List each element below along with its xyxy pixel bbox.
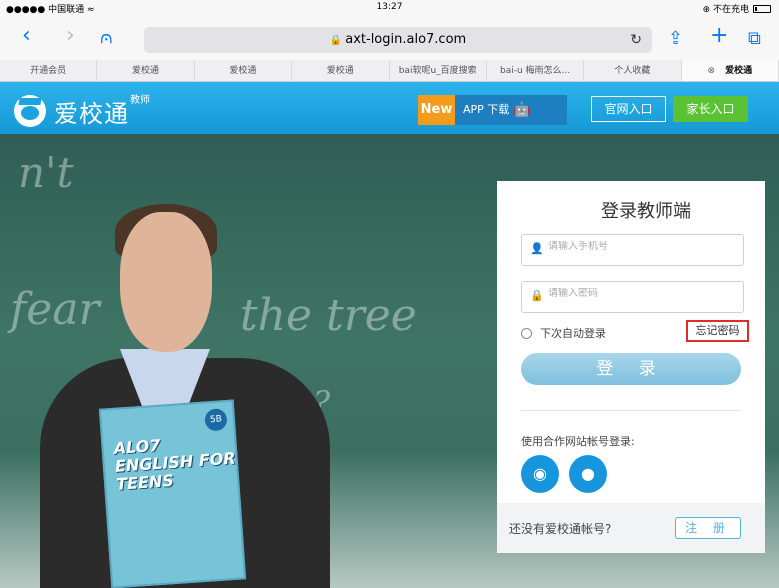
user-icon: 👤: [530, 242, 544, 255]
partner-login-label: 使用合作网站帐号登录:: [521, 435, 635, 448]
battery-status: ⊕ 不在充电: [703, 2, 771, 15]
login-panel: 登录教师端 👤 🔒 下次自动登录 忘记密码 登 录 使用合作网站帐号登录: ◉ …: [497, 181, 765, 553]
favorite-item[interactable]: 个人收藏: [584, 60, 682, 81]
logo-text[interactable]: 爱校通: [54, 94, 129, 129]
battery-text: ⊕ 不在充电: [702, 5, 749, 15]
status-time: 13:27: [376, 2, 403, 12]
official-site-button[interactable]: 官网入口: [591, 96, 666, 122]
no-account-text: 还没有爱校通帐号?: [509, 522, 612, 536]
app-download-button[interactable]: New APP 下载 🤖: [418, 95, 567, 125]
back-icon[interactable]: ‹: [22, 22, 31, 50]
share-icon[interactable]: ⇪: [668, 25, 683, 53]
favorite-item[interactable]: bai-u 梅雨怎么...: [487, 60, 585, 81]
phone-field[interactable]: 👤: [521, 234, 744, 266]
new-badge: New: [418, 95, 455, 125]
password-input[interactable]: [548, 288, 733, 299]
textbook-image: 5B ALO7 ENGLISH FOR TEENS: [98, 399, 247, 588]
address-bar[interactable]: 🔒 axt-login.alo7.com ↻: [144, 27, 652, 53]
favorite-item[interactable]: 爱校通: [292, 60, 390, 81]
favorites-bar: 开通会员 爱校通 爱校通 爱校通 bai软呢u_百度搜索 bai-u 梅雨怎么.…: [0, 60, 779, 82]
favorite-item[interactable]: 开通会员: [0, 60, 98, 81]
password-field[interactable]: 🔒: [521, 281, 744, 313]
browser-toolbar: ‹ › ⩀ 🔒 axt-login.alo7.com ↻ ⇪ + ⧉: [0, 16, 779, 60]
forgot-password-link[interactable]: 忘记密码: [686, 320, 749, 342]
new-tab-icon[interactable]: +: [710, 22, 728, 50]
register-button[interactable]: 注 册: [675, 517, 741, 539]
weibo-icon[interactable]: ◉: [521, 455, 559, 493]
active-tab[interactable]: ⊗ 爱校通: [681, 60, 779, 81]
close-tab-icon[interactable]: ⊗: [708, 66, 716, 76]
bookmarks-icon[interactable]: ⩀: [100, 24, 113, 52]
divider: [521, 410, 741, 411]
favorite-item[interactable]: bai软呢u_百度搜索: [390, 60, 487, 81]
lock-icon: 🔒: [530, 289, 544, 302]
app-download-label: APP 下载: [463, 103, 510, 116]
favorite-item[interactable]: 爱校通: [195, 60, 293, 81]
login-title: 登录教师端: [601, 201, 691, 222]
chalk-text: the tree: [240, 290, 417, 341]
chalk-text: n't: [18, 148, 74, 197]
status-bar: ●●●●● 中国联通 ≈ 13:27 ⊕ 不在充电: [0, 0, 779, 16]
logo-icon: [14, 95, 46, 127]
android-icon: 🤖: [513, 102, 531, 118]
remember-label: 下次自动登录: [540, 327, 606, 340]
favorite-item[interactable]: 爱校通: [97, 60, 195, 81]
tabs-icon[interactable]: ⧉: [748, 25, 761, 53]
book-title: ALO7 ENGLISH FOR TEENS: [113, 435, 237, 494]
logo-subtitle: 教师: [130, 95, 150, 106]
remember-checkbox[interactable]: [521, 327, 532, 339]
login-button[interactable]: 登 录: [521, 353, 741, 385]
remember-me[interactable]: 下次自动登录: [521, 325, 606, 341]
book-level-badge: 5B: [204, 408, 228, 432]
forward-icon[interactable]: ›: [66, 22, 75, 50]
login-footer: 还没有爱校通帐号? 注 册: [497, 503, 765, 553]
phone-input[interactable]: [548, 241, 733, 252]
lock-icon: 🔒: [329, 35, 343, 46]
active-tab-label: 爱校通: [725, 66, 753, 76]
url-text: axt-login.alo7.com: [345, 32, 467, 47]
qq-icon[interactable]: ●: [569, 455, 607, 493]
battery-icon: [753, 4, 771, 13]
reload-icon[interactable]: ↻: [630, 27, 642, 53]
parent-entry-button[interactable]: 家长入口: [673, 96, 748, 122]
chalk-text: fear: [10, 284, 100, 335]
